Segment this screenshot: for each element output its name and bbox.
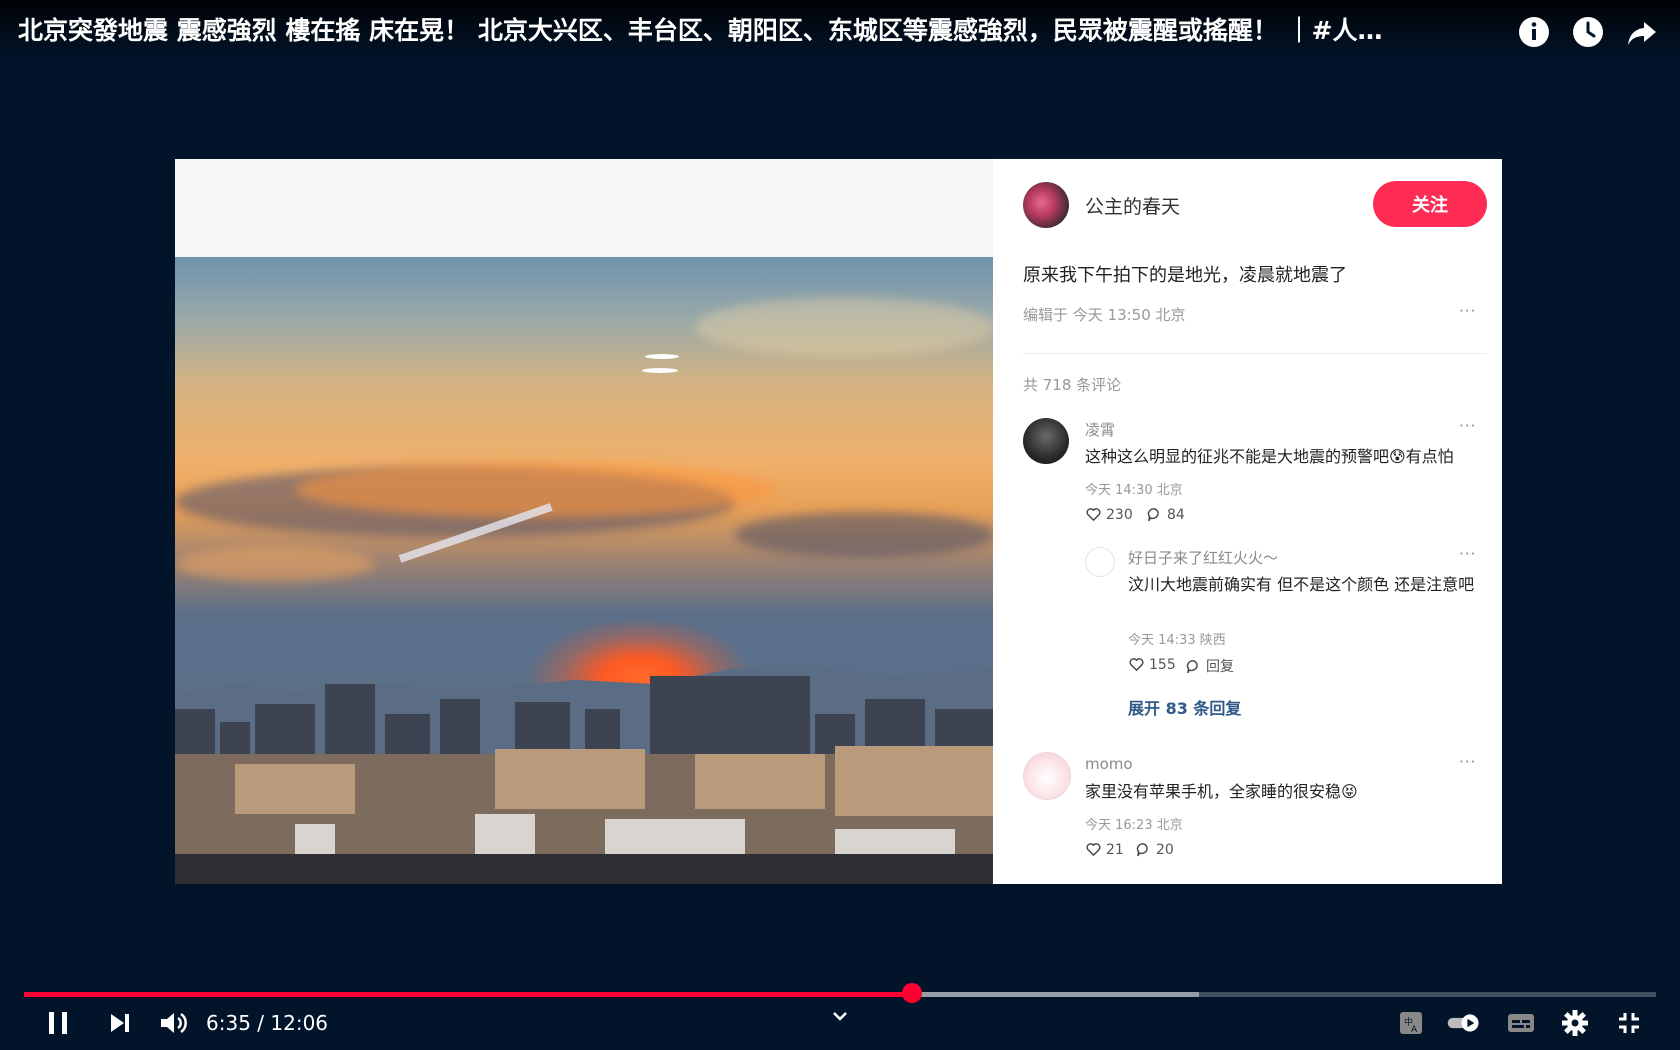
sunset-photo [175, 257, 993, 884]
progress-bar[interactable] [24, 992, 1656, 997]
avatar[interactable] [1085, 547, 1115, 577]
comment-text: 汶川大地震前确实有 但不是这个颜色 还是注意吧 [1128, 575, 1475, 594]
translate-icon: 中A [1400, 1012, 1422, 1035]
comment-meta: 今天 14:33 陕西 [1128, 633, 1226, 648]
reply-stat[interactable]: 84 [1146, 506, 1185, 523]
embedded-screenshot: 公主的春天 关注 原来我下午拍下的是地光，凌晨就地震了 编辑于 今天 13:50… [175, 159, 1502, 884]
reply-count: 84 [1167, 506, 1185, 523]
comment-meta: 今天 16:23 北京 [1085, 818, 1183, 833]
time-separator: / [250, 1011, 271, 1035]
volume-button[interactable] [155, 1005, 191, 1041]
progress-played [24, 992, 912, 997]
reply-label: 回复 [1206, 659, 1234, 675]
like-stat[interactable]: 21 [1085, 841, 1124, 858]
comment-text: 家里没有苹果手机，全家睡的很安稳😝 [1085, 782, 1358, 801]
comment-more-icon[interactable]: ··· [1459, 417, 1476, 435]
comment-text: 这种这么明显的征兆不能是大地震的预警吧😰有点怕 [1085, 447, 1454, 466]
watch-later-icon[interactable] [1570, 14, 1606, 50]
settings-icon [1562, 1010, 1588, 1036]
current-time: 6:35 [206, 1011, 251, 1035]
comment-meta: 今天 14:30 北京 [1085, 483, 1183, 498]
follow-button[interactable]: 关注 [1373, 181, 1487, 227]
comment-author[interactable]: 凌霄 [1085, 419, 1115, 440]
comment-icon [1186, 659, 1198, 673]
post-more-icon[interactable]: ··· [1459, 302, 1476, 320]
comment-icon [1136, 843, 1148, 857]
subtitles-icon [1508, 1014, 1534, 1032]
pause-icon [49, 1012, 67, 1034]
comment-more-icon[interactable]: ··· [1459, 545, 1476, 563]
pause-button[interactable] [40, 1005, 76, 1041]
post-text: 原来我下午拍下的是地光，凌晨就地震了 [1023, 265, 1347, 286]
comment-author[interactable]: 好日子来了红红火火～ [1128, 547, 1278, 568]
share-icon[interactable] [1624, 14, 1660, 50]
reply-stat[interactable]: 20 [1135, 841, 1174, 858]
autoplay-toggle-icon [1447, 1014, 1479, 1032]
post-meta: 编辑于 今天 13:50 北京 [1023, 306, 1186, 324]
comment-author[interactable]: momo [1085, 755, 1133, 773]
like-count: 155 [1149, 656, 1176, 673]
duration: 12:06 [270, 1011, 329, 1035]
avatar[interactable] [1023, 182, 1069, 228]
autoplay-toggle[interactable] [1446, 1005, 1488, 1041]
next-button[interactable] [102, 1005, 138, 1041]
auto-dub-button[interactable]: 中A [1393, 1005, 1429, 1041]
exit-fullscreen-button[interactable] [1611, 1005, 1647, 1041]
post-username[interactable]: 公主的春天 [1085, 192, 1180, 219]
chevron-down-icon[interactable] [828, 1004, 852, 1028]
heart-icon [1086, 508, 1101, 522]
time-display: 6:35 / 12:06 [206, 1011, 328, 1035]
city-skyline [175, 666, 993, 884]
avatar[interactable] [1023, 752, 1071, 800]
light-streak [645, 354, 679, 359]
like-stat[interactable]: 230 [1085, 506, 1133, 523]
heart-icon [1086, 843, 1101, 857]
next-icon [111, 1014, 129, 1032]
progress-scrubber[interactable] [901, 983, 922, 1003]
like-stat[interactable]: 155 [1128, 656, 1176, 673]
like-count: 21 [1106, 841, 1124, 858]
comment-icon [1147, 508, 1159, 522]
video-title[interactable]: 北京突發地震 震感強烈 樓在搖 床在晃！ 北京大兴区、丰台区、朝阳区、东城区等震… [18, 14, 1483, 48]
reply-count: 20 [1156, 841, 1174, 858]
comment-more-icon[interactable]: ··· [1459, 753, 1476, 771]
reply-stat[interactable]: 回复 [1185, 656, 1234, 676]
exit-fullscreen-icon [1619, 1013, 1639, 1033]
post-panel: 公主的春天 关注 原来我下午拍下的是地光，凌晨就地震了 编辑于 今天 13:50… [993, 159, 1502, 884]
heart-icon [1129, 658, 1144, 672]
avatar[interactable] [1023, 418, 1069, 464]
like-count: 230 [1106, 506, 1133, 523]
info-icon[interactable] [1516, 14, 1552, 50]
photo-header-area [175, 159, 993, 257]
svg-text:A: A [1411, 1025, 1418, 1035]
comment-count: 共 718 条评论 [1023, 376, 1122, 394]
divider [1023, 353, 1487, 354]
settings-button[interactable] [1557, 1005, 1593, 1041]
expand-replies-link[interactable]: 展开 83 条回复 [1128, 695, 1241, 719]
volume-icon [161, 1012, 187, 1034]
subtitles-button[interactable] [1503, 1005, 1539, 1041]
